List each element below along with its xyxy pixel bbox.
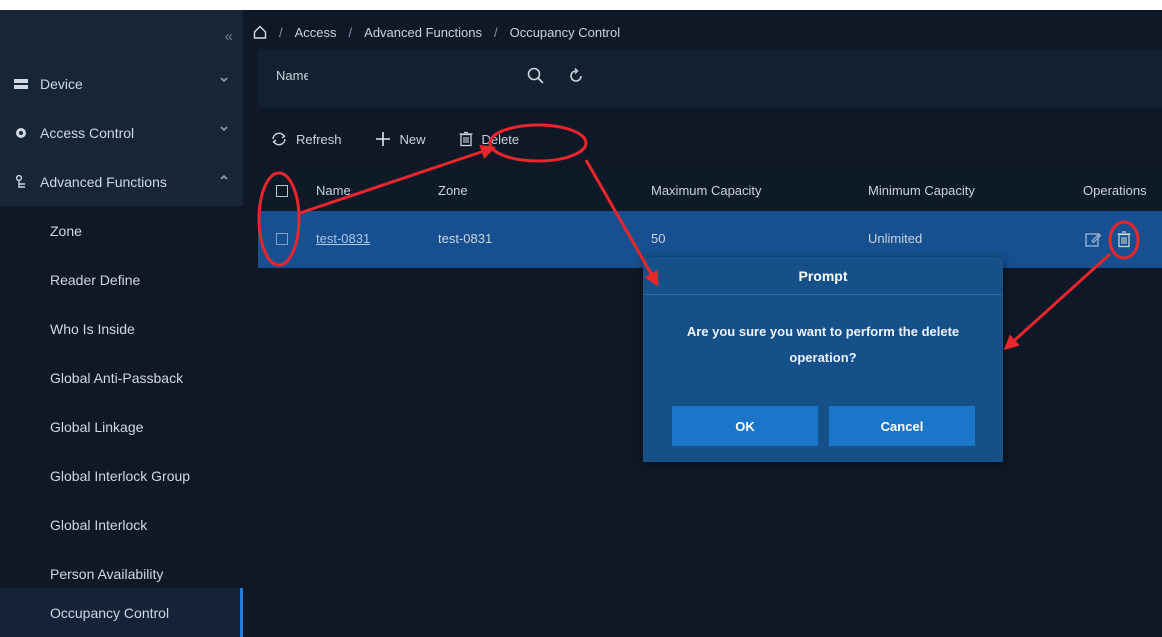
device-icon [12, 78, 30, 90]
new-label: New [399, 131, 426, 147]
trash-icon[interactable] [1116, 230, 1132, 248]
sidebar-subitem-global-interlock[interactable]: Global Interlock [0, 500, 243, 549]
cell-name-link[interactable]: test-0831 [316, 231, 370, 246]
breadcrumb: / Access / Advanced Functions / Occupanc… [253, 20, 620, 44]
refresh-button[interactable]: Refresh [270, 132, 342, 147]
breadcrumb-separator: / [348, 24, 353, 40]
breadcrumb-separator: / [279, 24, 283, 40]
cell-minimum-capacity: Unlimited [868, 231, 923, 246]
search-icon[interactable] [526, 66, 546, 86]
sidebar-subitem-global-anti-passback[interactable]: Global Anti-Passback [0, 353, 243, 402]
delete-label: Delete [481, 131, 520, 147]
sidebar-item-label: Advanced Functions [40, 173, 167, 190]
breadcrumb-item-access[interactable]: Access [295, 25, 337, 40]
search-bar: Name [258, 50, 1162, 107]
sidebar-subitem-zone[interactable]: Zone [0, 206, 243, 255]
sidebar-subitem-occupancy-control[interactable]: Occupancy Control [0, 588, 243, 637]
reset-icon[interactable] [566, 66, 586, 86]
column-header-minimum-capacity[interactable]: Minimum Capacity [868, 183, 975, 198]
breadcrumb-item-advanced-functions[interactable]: Advanced Functions [364, 25, 482, 40]
chevron-up-icon [220, 174, 228, 180]
sidebar-item-device[interactable]: Device [0, 59, 243, 108]
sidebar-item-advanced-functions[interactable]: Advanced Functions [0, 157, 243, 206]
hierarchy-icon [12, 174, 30, 189]
sidebar-subitem-who-is-inside[interactable]: Who Is Inside [0, 304, 243, 353]
breadcrumb-item-occupancy-control: Occupancy Control [509, 24, 621, 40]
cell-maximum-capacity: 50 [651, 231, 666, 246]
sidebar-item-label: Device [40, 75, 83, 92]
sidebar-item-access-control[interactable]: Access Control [0, 108, 243, 157]
sidebar-subitem-reader-define[interactable]: Reader Define [0, 255, 243, 304]
gear-icon [12, 126, 30, 140]
sidebar-subitem-global-linkage[interactable]: Global Linkage [0, 402, 243, 451]
plus-icon [375, 132, 390, 146]
row-checkbox[interactable] [276, 233, 288, 245]
sidebar-subitem-global-interlock-group[interactable]: Global Interlock Group [0, 451, 243, 500]
table-header: Name Zone Maximum Capacity Minimum Capac… [258, 170, 1162, 210]
breadcrumb-separator: / [493, 24, 498, 40]
app-window: « Device Access Control Advanced Functio… [0, 10, 1162, 637]
new-button[interactable]: New [374, 130, 426, 148]
trash-icon [459, 131, 473, 147]
collapse-sidebar-icon[interactable]: « [225, 28, 233, 45]
sidebar: « Device Access Control Advanced Functio… [0, 10, 243, 637]
sidebar-item-label: Access Control [40, 124, 135, 141]
column-header-zone[interactable]: Zone [438, 183, 468, 198]
chevron-down-icon [220, 77, 228, 83]
delete-button[interactable]: Delete [458, 131, 520, 147]
refresh-icon [272, 132, 286, 146]
toolbar: Refresh New Delete [270, 130, 551, 148]
home-icon[interactable] [253, 25, 267, 39]
search-input[interactable] [308, 62, 608, 92]
dialog-title: Prompt [643, 257, 1003, 295]
ok-button[interactable]: OK [672, 406, 818, 446]
dialog-message: Are you sure you want to perform the del… [686, 324, 960, 365]
confirm-delete-dialog: Prompt Are you sure you want to perform … [643, 257, 1003, 462]
refresh-label: Refresh [296, 131, 342, 147]
search-label: Name [276, 68, 311, 83]
cell-zone: test-0831 [438, 231, 493, 246]
cancel-button[interactable]: Cancel [829, 406, 975, 446]
edit-icon[interactable] [1084, 230, 1102, 248]
column-header-maximum-capacity[interactable]: Maximum Capacity [651, 183, 762, 198]
chevron-down-icon [220, 126, 228, 132]
select-all-checkbox[interactable] [276, 185, 288, 197]
column-header-operations: Operations [1083, 183, 1147, 198]
column-header-name[interactable]: Name [316, 183, 351, 198]
